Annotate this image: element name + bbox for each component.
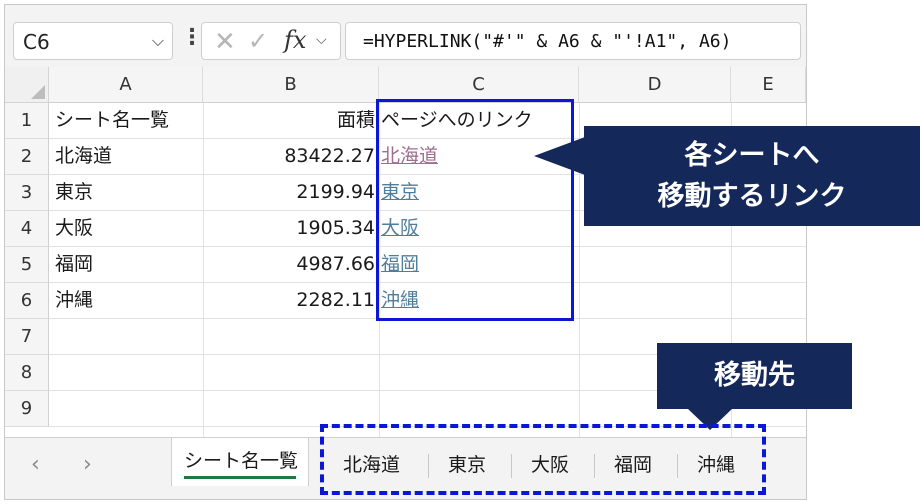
formula-text: =HYPERLINK("#'" & A6 & "'!A1", A6): [363, 31, 732, 52]
select-all-corner[interactable]: [5, 67, 49, 103]
formula-controls: ✕ ✓ fx ⌵: [201, 22, 341, 60]
callout-line-1: 各シートへ: [684, 140, 820, 171]
cell-b5[interactable]: 4987.66: [205, 247, 375, 282]
formula-bar: C6 ⌵ ⋮ ✕ ✓ fx ⌵ =HYPERLINK("#'" & A6 & "…: [5, 5, 806, 67]
row-header[interactable]: 1: [5, 103, 49, 139]
chevron-left-icon[interactable]: ‹: [31, 452, 40, 477]
link-callout: 各シートへ 移動するリンク: [584, 126, 920, 226]
formula-input[interactable]: =HYPERLINK("#'" & A6 & "'!A1", A6): [345, 22, 801, 60]
name-box[interactable]: C6 ⌵: [13, 22, 173, 60]
cell-a2[interactable]: 北海道: [55, 139, 112, 174]
column-header-e[interactable]: E: [731, 67, 806, 103]
column-header-d[interactable]: D: [579, 67, 731, 103]
chevron-down-icon[interactable]: ⌵: [152, 31, 164, 51]
row-header[interactable]: 2: [5, 139, 49, 175]
column-header-b[interactable]: B: [203, 67, 379, 103]
column-header-c[interactable]: C: [379, 67, 579, 103]
cell-a3[interactable]: 東京: [55, 175, 93, 210]
destination-label: 移動先: [657, 343, 852, 409]
cell-b4[interactable]: 1905.34: [205, 211, 375, 246]
chevron-down-icon[interactable]: ⌵: [316, 32, 327, 48]
cell-a1[interactable]: シート名一覧: [55, 103, 169, 138]
row-header[interactable]: 9: [5, 391, 49, 427]
sheet-tab-active[interactable]: シート名一覧: [171, 438, 309, 486]
cell-b1[interactable]: 面積: [205, 103, 375, 138]
callout-line-2: 移動するリンク: [657, 181, 847, 212]
confirm-check-icon[interactable]: ✓: [248, 27, 268, 55]
row-header[interactable]: 6: [5, 283, 49, 319]
active-tab-underline: [184, 476, 296, 479]
cell-b6[interactable]: 2282.11: [205, 283, 375, 318]
link-column-highlight: [376, 99, 574, 321]
cell-b2[interactable]: 83422.27: [205, 139, 375, 174]
row-header[interactable]: 7: [5, 319, 49, 355]
cell-b3[interactable]: 2199.94: [205, 175, 375, 210]
cell-a4[interactable]: 大阪: [55, 211, 93, 246]
callout-pointer: [534, 137, 585, 175]
row-header[interactable]: 4: [5, 211, 49, 247]
more-options-icon[interactable]: ⋮: [181, 25, 203, 50]
cell-a5[interactable]: 福岡: [55, 247, 93, 282]
insert-function-icon[interactable]: fx: [284, 26, 306, 54]
destination-tabs-highlight: [320, 424, 766, 495]
row-header[interactable]: 3: [5, 175, 49, 211]
name-box-value: C6: [23, 30, 50, 54]
row-header[interactable]: 8: [5, 355, 49, 391]
chevron-right-icon[interactable]: ›: [83, 452, 92, 477]
cell-a6[interactable]: 沖縄: [55, 283, 93, 318]
row-header[interactable]: 5: [5, 247, 49, 283]
column-header-a[interactable]: A: [49, 67, 203, 103]
select-all-icon: [31, 85, 45, 99]
sheet-tab-label: シート名一覧: [184, 450, 299, 472]
cancel-icon[interactable]: ✕: [214, 27, 236, 57]
